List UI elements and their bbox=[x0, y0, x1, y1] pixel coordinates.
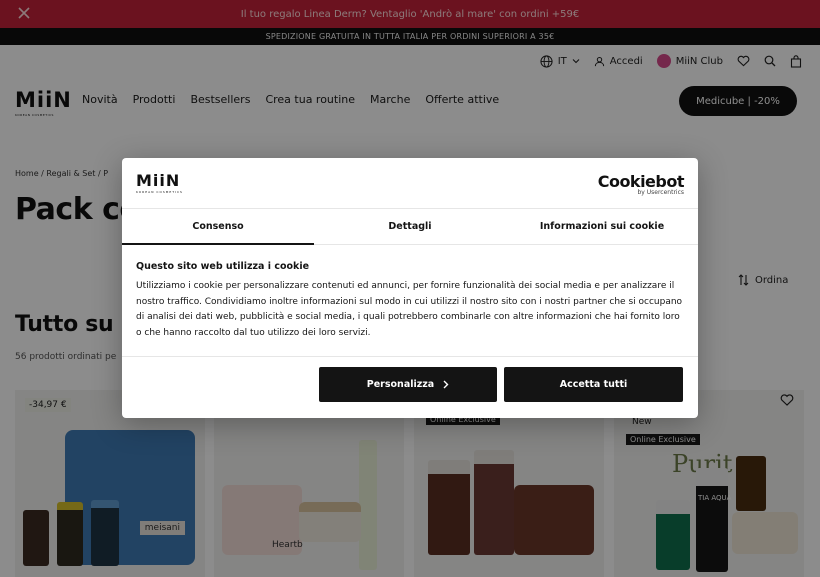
chevron-right-icon bbox=[443, 380, 449, 389]
customize-label: Personalizza bbox=[366, 379, 435, 390]
accept-all-button[interactable]: Accetta tutti bbox=[504, 367, 683, 402]
divider bbox=[122, 356, 698, 357]
dialog-title: Questo sito web utilizza i cookie bbox=[136, 261, 310, 272]
dialog-logo-sub: KOREAN COSMETICS bbox=[136, 190, 183, 194]
dialog-site-logo: MiiN KOREAN COSMETICS bbox=[136, 171, 183, 194]
dialog-body: Utilizziamo i cookie per personalizzare … bbox=[136, 281, 683, 338]
page: Il tuo regalo Linea Derm? Ventaglio 'And… bbox=[0, 0, 820, 577]
tab-dettagli[interactable]: Dettagli bbox=[314, 209, 506, 244]
cookiebot-logo[interactable]: Cookiebot by Usercentrics bbox=[598, 172, 685, 196]
customize-button[interactable]: Personalizza bbox=[319, 367, 497, 402]
accept-all-label: Accetta tutti bbox=[559, 379, 628, 390]
dialog-logo-text: MiiN bbox=[136, 171, 181, 190]
tab-consenso[interactable]: Consenso bbox=[122, 209, 314, 245]
tab-informazioni[interactable]: Informazioni sui cookie bbox=[506, 209, 698, 244]
cookie-consent-dialog: MiiN KOREAN COSMETICS Cookiebot by Userc… bbox=[122, 158, 698, 418]
consent-tabs: Consenso Dettagli Informazioni sui cooki… bbox=[122, 208, 698, 245]
